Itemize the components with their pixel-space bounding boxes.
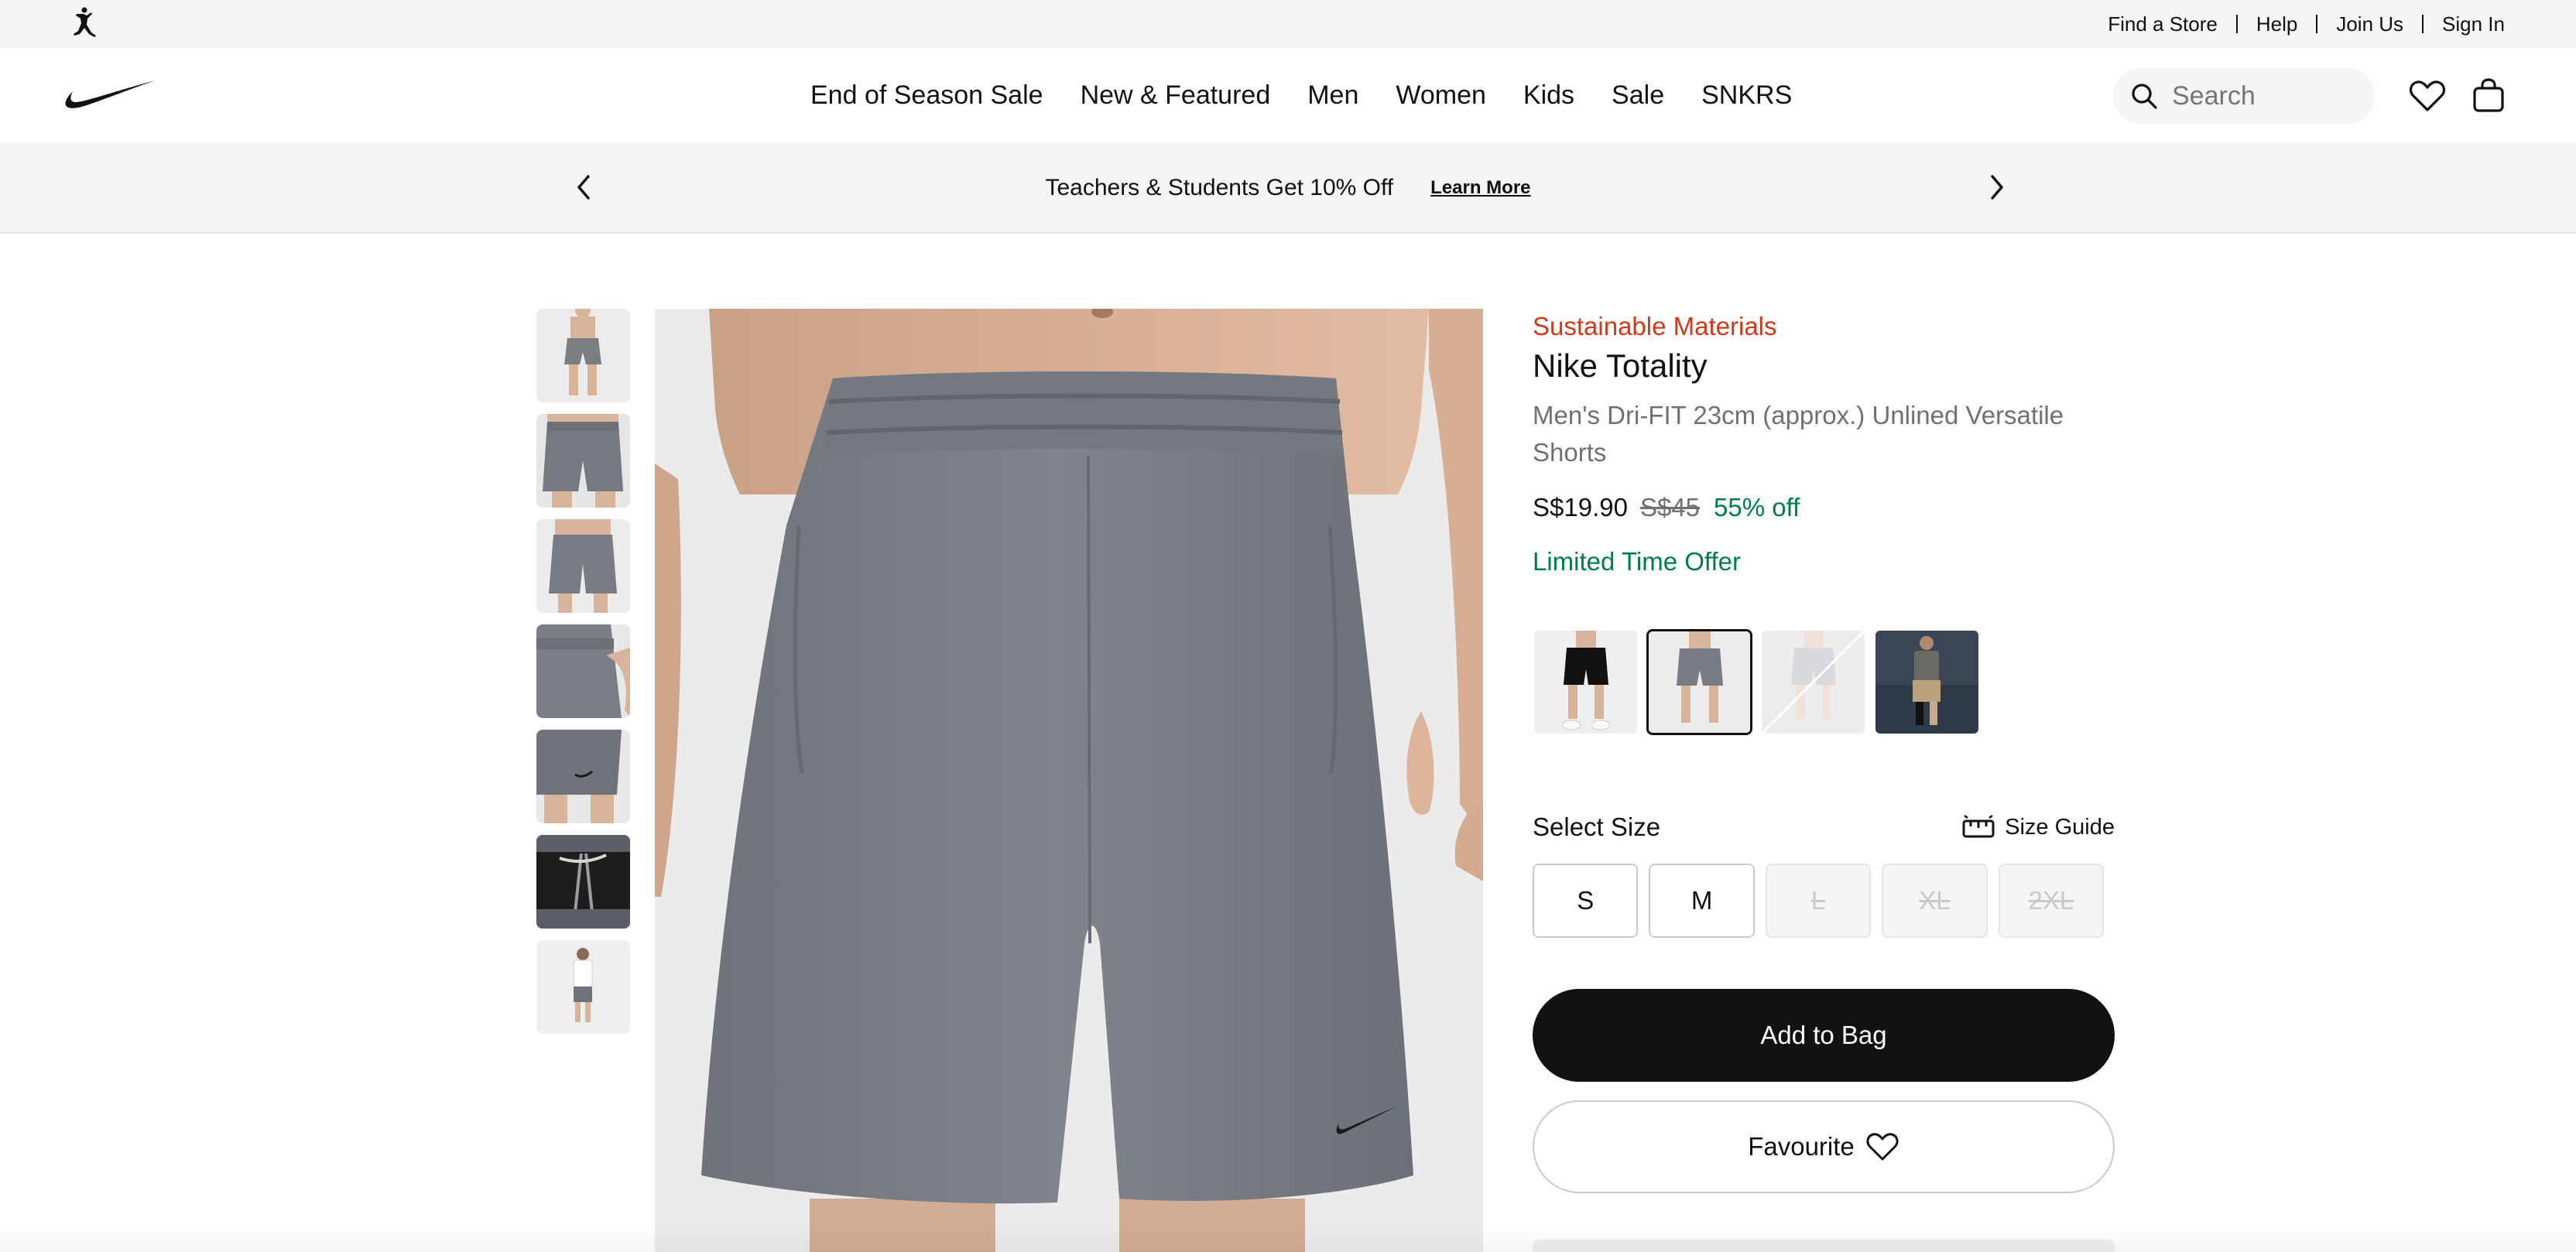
size-m-button[interactable]: M	[1649, 864, 1755, 938]
main-nav: End of Season Sale New & Featured Men Wo…	[0, 48, 2576, 142]
nav-sale[interactable]: Sale	[1612, 80, 1664, 111]
original-price: S$45	[1639, 493, 1701, 522]
promo-text: Teachers & Students Get 10% Off	[1045, 175, 1394, 200]
divider	[2235, 15, 2238, 33]
colorway-grey-selected[interactable]	[1646, 629, 1752, 735]
main-product-image[interactable]	[655, 309, 1483, 1252]
product-info: Sustainable Materials Nike Totality Men'…	[1533, 309, 2115, 1193]
add-to-bag-button[interactable]: Add to Bag	[1533, 989, 2115, 1082]
colorway-selector	[1533, 629, 2115, 735]
nav-men[interactable]: Men	[1307, 80, 1358, 111]
ruler-icon	[1962, 815, 1995, 838]
search-input[interactable]	[2172, 80, 2358, 111]
sign-in-link[interactable]: Sign In	[2442, 12, 2505, 36]
size-xl-button[interactable]: XL	[1882, 864, 1988, 938]
colorway-light-grey-unavailable[interactable]	[1760, 629, 1866, 735]
heart-icon	[1866, 1133, 1899, 1161]
nav-links: End of Season Sale New & Featured Men Wo…	[810, 48, 1792, 142]
divider	[2316, 15, 2318, 33]
promo-content: Teachers & Students Get 10% Off Learn Mo…	[0, 142, 2576, 234]
nav-end-of-season-sale[interactable]: End of Season Sale	[810, 80, 1043, 111]
limited-offer-label: Limited Time Offer	[1533, 547, 1741, 576]
nav-snkrs[interactable]: SNKRS	[1701, 80, 1792, 111]
favourite-button[interactable]: Favourite	[1533, 1100, 2115, 1193]
chevron-right-icon[interactable]	[1985, 172, 2008, 203]
find-store-link[interactable]: Find a Store	[2108, 12, 2218, 36]
size-guide-label: Size Guide	[2005, 814, 2115, 840]
size-2xl-button[interactable]: 2XL	[1998, 864, 2105, 938]
utility-bar: Find a Store Help Join Us Sign In	[0, 0, 2576, 48]
thumbnail-4[interactable]	[536, 624, 630, 718]
nav-kids[interactable]: Kids	[1523, 80, 1574, 111]
join-us-link[interactable]: Join Us	[2336, 12, 2403, 36]
heart-icon[interactable]	[2409, 79, 2446, 113]
price-row: S$19.90 S$45 55% off	[1533, 493, 2115, 522]
product-title: Nike Totality	[1533, 347, 1708, 384]
size-header: Select Size Size Guide	[1533, 812, 2115, 842]
jordan-logo-icon[interactable]	[68, 6, 99, 40]
size-guide-link[interactable]: Size Guide	[1961, 815, 2115, 840]
search-box[interactable]	[2113, 68, 2375, 124]
utility-links: Find a Store Help Join Us Sign In	[2108, 0, 2505, 48]
nav-new-featured[interactable]: New & Featured	[1081, 80, 1271, 111]
current-price: S$19.90	[1533, 493, 1628, 522]
size-l-button[interactable]: L	[1765, 864, 1872, 938]
thumbnail-5[interactable]	[536, 730, 630, 823]
size-s-button[interactable]: S	[1533, 864, 1639, 938]
bag-icon[interactable]	[2472, 77, 2505, 113]
thumbnail-1[interactable]	[536, 309, 630, 402]
thumbnail-3[interactable]	[536, 519, 630, 613]
thumbnail-7[interactable]	[536, 940, 630, 1034]
colorway-black[interactable]	[1533, 629, 1639, 735]
thumbnail-2[interactable]	[536, 414, 630, 508]
favourite-label: Favourite	[1748, 1132, 1855, 1161]
sustainable-badge: Sustainable Materials	[1533, 312, 1777, 340]
chevron-left-icon[interactable]	[573, 172, 596, 203]
promo-banner: Teachers & Students Get 10% Off Learn Mo…	[0, 142, 2576, 234]
learn-more-link[interactable]: Learn More	[1430, 177, 1530, 199]
help-link[interactable]: Help	[2256, 12, 2297, 36]
divider	[2422, 15, 2424, 33]
size-options: S M L XL 2XL	[1533, 864, 2115, 938]
product-subtitle: Men's Dri-FIT 23cm (approx.) Unlined Ver…	[1533, 401, 2064, 467]
select-size-label: Select Size	[1533, 812, 1661, 841]
colorway-khaki[interactable]	[1874, 629, 1980, 735]
discount-label: 55% off	[1714, 493, 1800, 522]
thumbnail-list	[536, 309, 630, 1045]
nike-swoosh-logo-icon[interactable]	[63, 77, 156, 111]
nav-women[interactable]: Women	[1396, 80, 1486, 111]
search-icon[interactable]	[2129, 80, 2160, 111]
thumbnail-6[interactable]	[536, 835, 630, 929]
next-section-edge	[1533, 1240, 2115, 1252]
